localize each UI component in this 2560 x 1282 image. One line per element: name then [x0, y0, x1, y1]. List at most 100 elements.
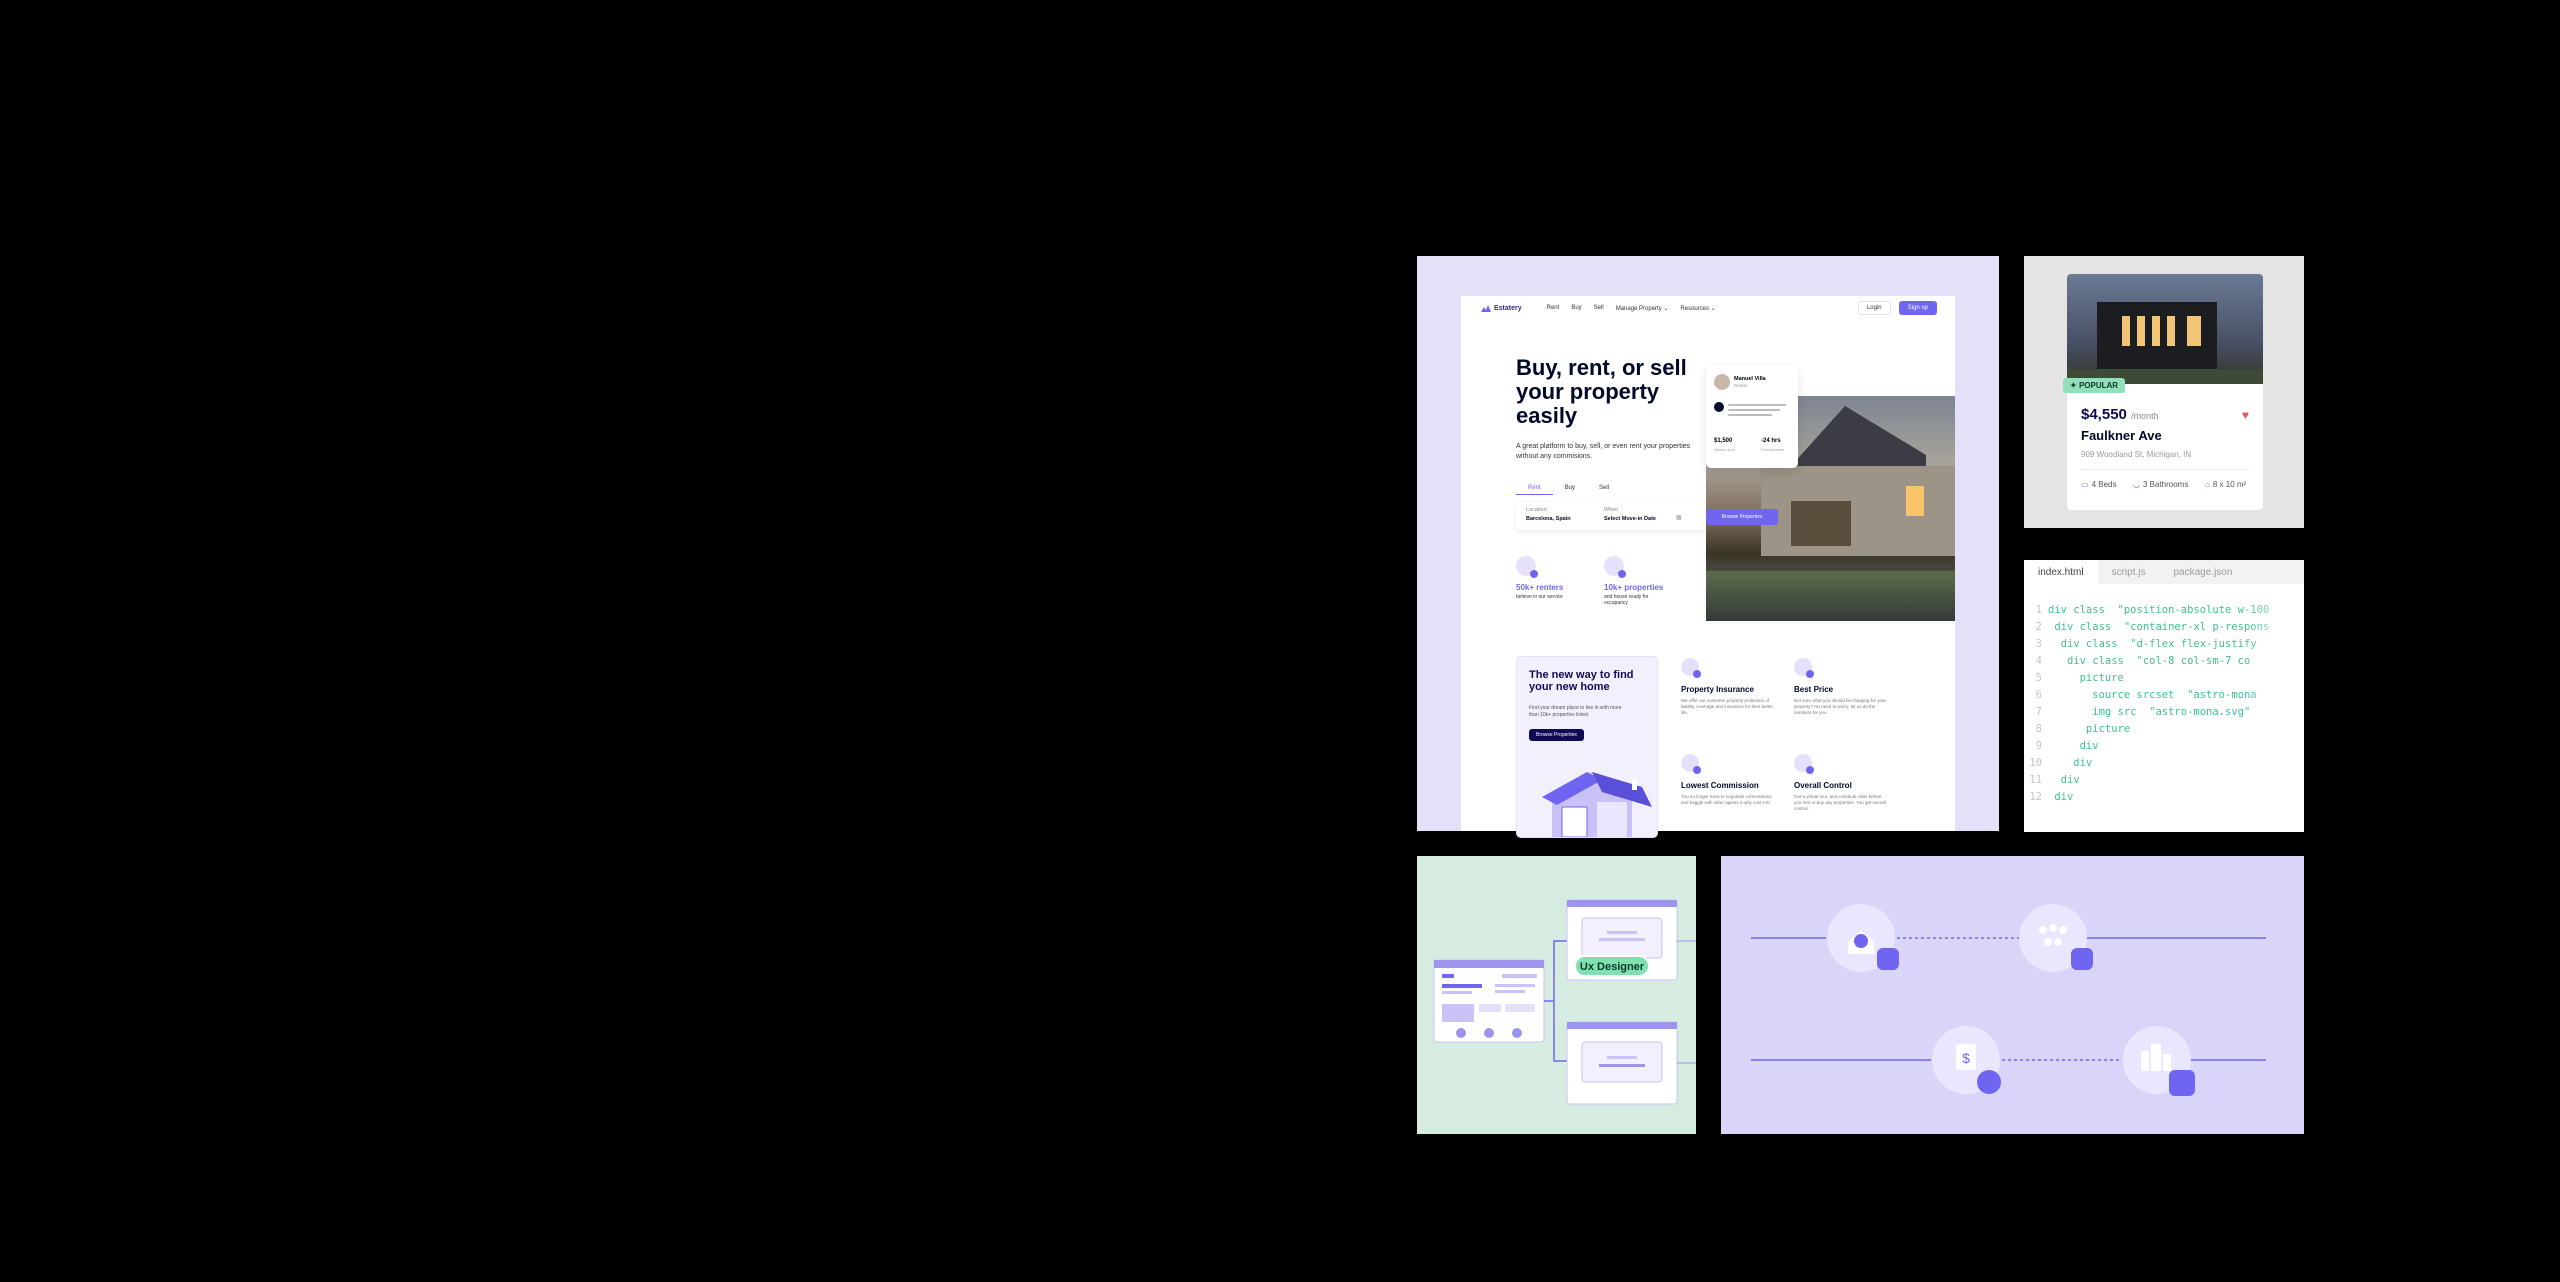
logo-icon: [1481, 304, 1491, 312]
people-search-icon: [2019, 904, 2093, 972]
feature-lowest-commission: Lowest Commission You no longer have to …: [1681, 754, 1776, 806]
building-search-icon: [2123, 1026, 2195, 1096]
stat-value: 10k+ properties: [1604, 583, 1664, 592]
tab-index-html[interactable]: index.html: [2024, 560, 2098, 584]
hero-title: Buy, rent, or sell your property easily: [1516, 355, 1687, 428]
code-editor-panel: index.html script.js package.json 1 div c…: [2024, 560, 2304, 832]
popular-badge: ✦ POPULAR: [2063, 378, 2126, 393]
ux-flow-panel: Ux Designer: [1417, 856, 1696, 1134]
code-line: 10 div: [2029, 757, 2093, 769]
code-line: 3 div class "d-flex flex-justify: [2035, 638, 2257, 650]
process-value: -24 hrs: [1761, 438, 1781, 444]
site-logo[interactable]: Estatery: [1481, 304, 1522, 312]
nav-rent[interactable]: Rent: [1547, 305, 1560, 312]
svg-text:$: $: [1962, 1050, 1970, 1066]
feature-title: Overall Control: [1794, 781, 1852, 790]
feature-desc: Get a virtual tour, and schedule visits …: [1794, 794, 1886, 811]
avatar: [1714, 374, 1730, 390]
date-field[interactable]: When Select Move-in Date: [1604, 507, 1656, 522]
dollar-tag-icon: $: [1932, 1026, 2001, 1094]
code-line: 9 div: [2035, 740, 2099, 752]
stat-value: 50k+ renters: [1516, 583, 1564, 592]
feature-property-insurance: Property Insurance We offer our customer…: [1681, 658, 1776, 716]
nav-sell[interactable]: Sell: [1594, 305, 1604, 312]
feature-title: Best Price: [1794, 685, 1834, 694]
logo-text: Estatery: [1494, 304, 1522, 312]
code-line: 6 source srcset "astro-mona: [2035, 689, 2257, 701]
beds-info: ▭ 4 Beds: [2081, 480, 2117, 489]
location-value: Barcelona, Spain: [1526, 516, 1571, 522]
house-illustration: [1542, 772, 1652, 837]
code-line: 12 div: [2029, 791, 2074, 803]
promo-subtitle: Find your dream place to live in with mo…: [1529, 705, 1622, 718]
stat-properties: 10k+ properties and house ready for occu…: [1604, 556, 1664, 606]
control-icon: [1794, 754, 1814, 774]
renters-icon: [1516, 556, 1538, 578]
tab-sell[interactable]: Sell: [1587, 482, 1621, 495]
play-icon[interactable]: [1714, 402, 1724, 412]
calendar-icon[interactable]: ▦: [1676, 514, 1682, 521]
code-line: 1 div class "position-absolute w-100: [2035, 604, 2270, 616]
favorite-heart-icon[interactable]: ♥: [2242, 408, 2249, 422]
feature-best-price: Best Price Not sure what you should be c…: [1794, 658, 1889, 716]
when-value: Select Move-in Date: [1604, 516, 1656, 522]
price-icon: [1794, 658, 1814, 678]
signup-button[interactable]: Sign up: [1898, 301, 1937, 315]
bed-icon: ▭: [2081, 480, 2089, 489]
saved-value: $1,500: [1714, 438, 1733, 444]
area-info: ⌂ 8 x 10 m²: [2205, 480, 2247, 489]
code-line: 5 picture: [2035, 672, 2124, 684]
feature-overall-control: Overall Control Get a virtual tour, and …: [1794, 754, 1889, 812]
feature-desc: You no longer have to negotiate commissi…: [1681, 794, 1772, 805]
property-price: $4,550 /month: [2081, 406, 2159, 423]
tab-buy[interactable]: Buy: [1553, 482, 1587, 495]
feature-desc: We offer our customer property protectio…: [1681, 698, 1774, 715]
feature-desc: Not sure what you should be charging for…: [1794, 698, 1887, 715]
nav-links: Rent Buy Sell Manage Property ⌄ Resource…: [1547, 305, 1716, 312]
tab-rent[interactable]: Rent: [1516, 482, 1553, 495]
property-name: Faulkner Ave: [2081, 428, 2162, 443]
property-photo: [2067, 274, 2263, 384]
website-mockup-panel: Estatery Rent Buy Sell Manage Property ⌄…: [1417, 256, 1999, 838]
commission-icon: [1681, 754, 1701, 774]
promo-title: The new way to find your new home: [1529, 669, 1634, 693]
property-address: 909 Woodland St, Michigan, IN: [2081, 450, 2192, 459]
renter-profile-card: Manuel Villa Renter $1,500 -24 hrs Saved…: [1706, 366, 1798, 468]
feature-title: Lowest Commission: [1681, 781, 1759, 790]
when-label: When: [1604, 507, 1619, 513]
login-button[interactable]: Login: [1857, 301, 1891, 315]
renter-name: Manuel Villa: [1734, 376, 1766, 382]
location-field[interactable]: Location Barcelona, Spain: [1526, 507, 1571, 522]
search-box: Location Barcelona, Spain When Select Mo…: [1516, 502, 1706, 530]
renter-role: Renter: [1734, 383, 1748, 388]
code-line: 8 picture: [2035, 723, 2131, 735]
icons-panel: $: [1721, 856, 2304, 1134]
site-nav: Estatery Rent Buy Sell Manage Property ⌄…: [1461, 296, 1955, 320]
flow-diagram: Ux Designer: [1433, 899, 1696, 1105]
website-preview: Estatery Rent Buy Sell Manage Property ⌄…: [1461, 296, 1955, 838]
icons-diagram: $: [1751, 904, 2266, 1096]
stats-row: 50k+ renters believe in our service 10k+…: [1516, 556, 1664, 606]
baths-info: ◡ 3 Bathrooms: [2133, 480, 2189, 489]
saved-label: Saved up to: [1714, 447, 1736, 452]
promo-browse-button[interactable]: Browse Properties: [1529, 729, 1584, 741]
bath-icon: ◡: [2133, 480, 2140, 489]
nav-resources[interactable]: Resources ⌄: [1680, 305, 1715, 312]
home-shield-icon: [1827, 904, 1899, 972]
property-card[interactable]: ✦ POPULAR $4,550 /month ♥ Faulkner Ave 9…: [2063, 274, 2263, 510]
stat-renters: 50k+ renters believe in our service: [1516, 556, 1576, 606]
nav-buy[interactable]: Buy: [1571, 305, 1581, 312]
browse-properties-button[interactable]: Browse Properties: [1706, 509, 1778, 525]
tab-script-js[interactable]: script.js: [2098, 560, 2160, 584]
properties-icon: [1604, 556, 1626, 578]
stat-label: and house ready for occupancy: [1604, 594, 1649, 606]
nav-manage-property[interactable]: Manage Property ⌄: [1616, 305, 1669, 312]
process-label: Process time: [1761, 447, 1785, 452]
nav-actions: Login Sign up: [1857, 301, 1937, 315]
tab-package-json[interactable]: package.json: [2159, 560, 2246, 584]
code-line: 11 div: [2029, 774, 2080, 786]
area-icon: ⌂: [2205, 480, 2210, 489]
stat-label: believe in our service: [1516, 594, 1563, 600]
code-line: 7 img src "astro-mona.svg": [2035, 706, 2251, 718]
ux-designer-tag: Ux Designer: [1580, 961, 1645, 973]
